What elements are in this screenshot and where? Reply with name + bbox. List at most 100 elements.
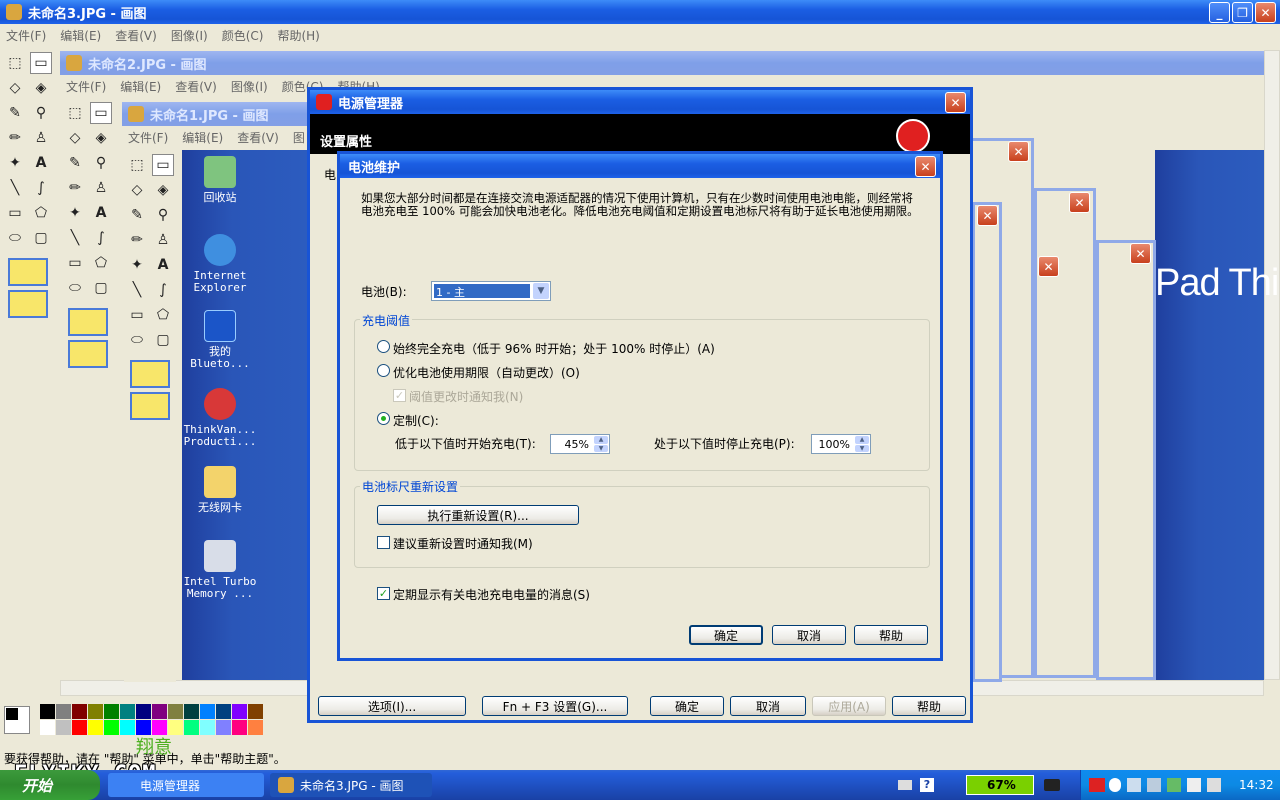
- clock[interactable]: 14:32: [1239, 778, 1274, 792]
- menu-image[interactable]: 图像(I): [231, 78, 268, 95]
- menu-edit[interactable]: 编辑(E): [182, 129, 223, 146]
- tool-option-icon[interactable]: [130, 360, 170, 388]
- line-icon[interactable]: ╲: [126, 279, 148, 301]
- free-select-icon[interactable]: ⬚: [64, 102, 86, 124]
- always-full-label[interactable]: 始终完全充电（低于 96% 时开始；处于 100% 时停止）(A): [393, 340, 715, 357]
- close-button[interactable]: ✕: [1255, 2, 1276, 23]
- power-plug-icon[interactable]: [1044, 779, 1060, 791]
- ellipse-icon[interactable]: ⬭: [126, 329, 148, 351]
- tool-option-icon[interactable]: [130, 392, 170, 420]
- pm-help-button[interactable]: 帮助: [892, 696, 966, 716]
- tool-option-icon[interactable]: [68, 340, 108, 368]
- tab-fragment[interactable]: 电: [324, 166, 336, 183]
- line-icon[interactable]: ╲: [4, 177, 26, 199]
- picker-icon[interactable]: ✎: [126, 204, 148, 226]
- paint2-titlebar[interactable]: 未命名2.JPG - 画图: [60, 51, 1264, 75]
- rect-select-icon[interactable]: ▭: [90, 102, 112, 124]
- menu-file[interactable]: 文件(F): [6, 27, 46, 44]
- rectangle-icon[interactable]: ▭: [4, 202, 26, 224]
- spin-up-icon[interactable]: ▲: [594, 436, 608, 444]
- security-icon[interactable]: [1167, 778, 1181, 792]
- rect-select-icon[interactable]: ▭: [152, 154, 174, 176]
- desktop-icon-intel-turbo[interactable]: Intel Turbo Memory ...: [180, 540, 260, 600]
- line-icon[interactable]: ╲: [64, 227, 86, 249]
- custom-label[interactable]: 定制(C):: [393, 412, 439, 429]
- text-icon[interactable]: A: [30, 152, 52, 174]
- menu-help[interactable]: 帮助(H): [277, 27, 319, 44]
- battery-help-button[interactable]: 帮助: [854, 625, 928, 645]
- notify-change-checkbox[interactable]: ✓: [393, 389, 406, 402]
- free-select-icon[interactable]: ⬚: [126, 154, 148, 176]
- airbrush-icon[interactable]: ✦: [126, 254, 148, 276]
- magnifier-icon[interactable]: ⚲: [152, 204, 174, 226]
- pencil-icon[interactable]: ✏: [4, 127, 26, 149]
- start-button[interactable]: 开始: [0, 770, 100, 800]
- bluetooth-tray-icon[interactable]: [1109, 778, 1121, 792]
- free-select-icon[interactable]: ⬚: [4, 52, 26, 74]
- fill-icon[interactable]: ◈: [30, 77, 52, 99]
- power-manager-titlebar[interactable]: 电源管理器 ✕: [310, 90, 970, 114]
- options-button[interactable]: 选项(I)...: [318, 696, 466, 716]
- spin-down-icon[interactable]: ▼: [594, 444, 608, 452]
- desktop-icon-wireless[interactable]: 无线网卡: [180, 466, 260, 514]
- tool-option-icon[interactable]: [8, 258, 48, 286]
- menu-view[interactable]: 查看(V): [115, 27, 157, 44]
- keyboard-icon[interactable]: [898, 780, 912, 790]
- color-palette[interactable]: [0, 702, 263, 738]
- rectangle-icon[interactable]: ▭: [64, 252, 86, 274]
- image-canvas-right[interactable]: [1155, 150, 1264, 680]
- menu-image[interactable]: 图: [293, 129, 305, 146]
- wireless-icon[interactable]: [1147, 778, 1161, 792]
- airbrush-icon[interactable]: ✦: [64, 202, 86, 224]
- brush-icon[interactable]: ♙: [152, 229, 174, 251]
- spin-down-icon[interactable]: ▼: [855, 444, 869, 452]
- volume-icon[interactable]: [1187, 778, 1201, 792]
- maximize-button[interactable]: ❐: [1232, 2, 1253, 23]
- close-button[interactable]: ✕: [977, 205, 998, 226]
- suggest-notify-checkbox[interactable]: [377, 536, 390, 549]
- taskbar-power-manager[interactable]: 电源管理器: [108, 773, 264, 797]
- magnifier-icon[interactable]: ⚲: [30, 102, 52, 124]
- desktop-icon-recycle-bin[interactable]: 回收站: [180, 156, 260, 204]
- brush-icon[interactable]: ♙: [30, 127, 52, 149]
- always-full-radio[interactable]: [377, 340, 390, 353]
- curve-icon[interactable]: ∫: [152, 279, 174, 301]
- chevron-down-icon[interactable]: ▼: [533, 283, 549, 299]
- suggest-notify-label[interactable]: 建议重新设置时通知我(M): [393, 535, 533, 552]
- battery-gauge[interactable]: 67%: [966, 775, 1034, 795]
- minimize-button[interactable]: _: [1209, 2, 1230, 23]
- pencil-icon[interactable]: ✏: [126, 229, 148, 251]
- ellipse-icon[interactable]: ⬭: [64, 277, 86, 299]
- battery-cancel-button[interactable]: 取消: [772, 625, 846, 645]
- rounded-rect-icon[interactable]: ▢: [90, 277, 112, 299]
- rounded-rect-icon[interactable]: ▢: [152, 329, 174, 351]
- eraser-icon[interactable]: ◇: [4, 77, 26, 99]
- close-button[interactable]: ✕: [1038, 256, 1059, 277]
- close-button[interactable]: ✕: [1008, 141, 1029, 162]
- menu-edit[interactable]: 编辑(E): [60, 27, 101, 44]
- pm-cancel-button[interactable]: 取消: [730, 696, 806, 716]
- help-icon[interactable]: ?: [920, 778, 934, 792]
- rounded-rect-icon[interactable]: ▢: [30, 227, 52, 249]
- reset-gauge-button[interactable]: 执行重新设置(R)...: [377, 505, 579, 525]
- desktop-icon-thinkvantage[interactable]: ThinkVan... Producti...: [180, 388, 260, 448]
- start-charge-spinner[interactable]: 45% ▲ ▼: [550, 434, 610, 454]
- fill-icon[interactable]: ◈: [152, 179, 174, 201]
- battery-dialog-titlebar[interactable]: 电池维护 ✕: [340, 154, 940, 178]
- eraser-icon[interactable]: ◇: [64, 127, 86, 149]
- menu-edit[interactable]: 编辑(E): [120, 78, 161, 95]
- magnifier-icon[interactable]: ⚲: [90, 152, 112, 174]
- custom-radio[interactable]: [377, 412, 390, 425]
- close-button[interactable]: ✕: [945, 92, 966, 113]
- battery-select[interactable]: 1 - 主 ▼: [431, 281, 551, 301]
- fill-icon[interactable]: ◈: [90, 127, 112, 149]
- polygon-icon[interactable]: ⬠: [152, 304, 174, 326]
- periodic-message-checkbox[interactable]: ✓: [377, 587, 390, 600]
- spin-up-icon[interactable]: ▲: [855, 436, 869, 444]
- menu-view[interactable]: 查看(V): [175, 78, 217, 95]
- polygon-icon[interactable]: ⬠: [90, 252, 112, 274]
- menu-file[interactable]: 文件(F): [66, 78, 106, 95]
- network-icon[interactable]: [1127, 778, 1141, 792]
- tool-option-icon[interactable]: [68, 308, 108, 336]
- fn-f3-settings-button[interactable]: Fn + F3 设置(G)...: [482, 696, 628, 716]
